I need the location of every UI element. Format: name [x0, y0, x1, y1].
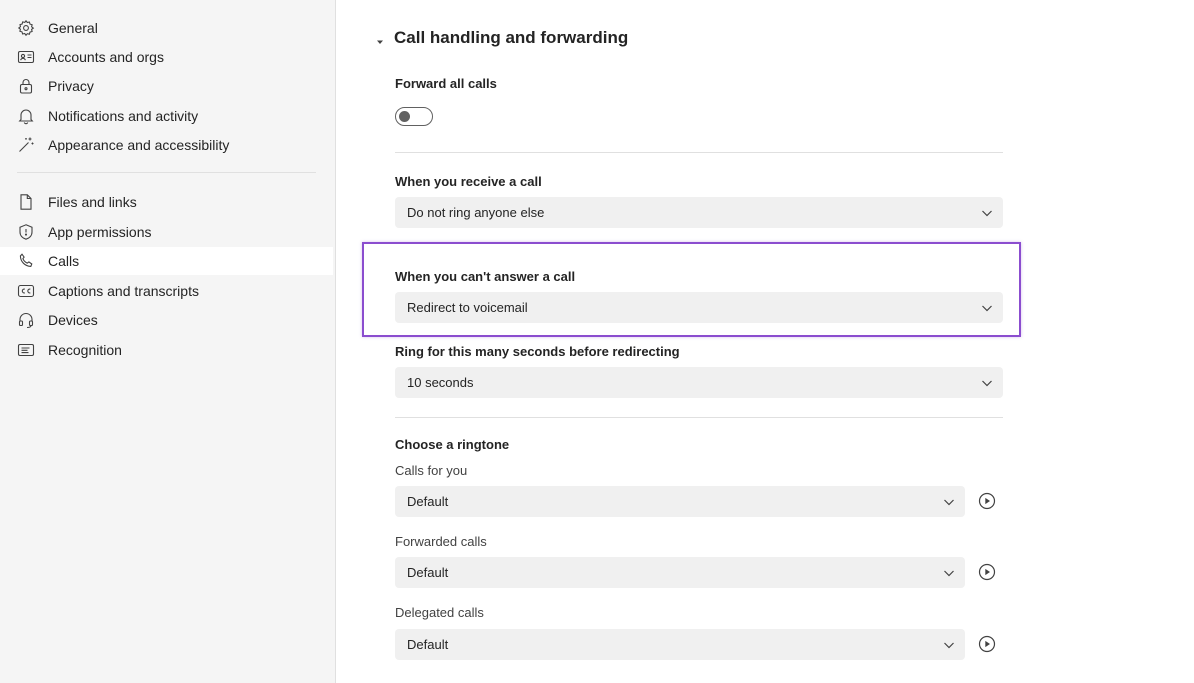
headset-icon — [17, 311, 35, 329]
shield-icon — [17, 223, 35, 241]
sidebar-item-label: App permissions — [48, 224, 152, 240]
forward-all-label: Forward all calls — [395, 76, 497, 91]
sidebar-item-label: Notifications and activity — [48, 108, 199, 124]
sidebar-item-recognition[interactable]: Recognition — [0, 336, 333, 364]
section-title: Call handling and forwarding — [394, 28, 629, 47]
cant-answer-label: When you can't answer a call — [395, 269, 576, 284]
dropdown-value: Do not ring anyone else — [407, 205, 545, 220]
dropdown-value: Redirect to voicemail — [407, 300, 528, 315]
chevron-down-icon — [981, 302, 993, 314]
chevron-down-icon — [943, 496, 955, 508]
chevron-down-icon — [981, 207, 993, 219]
play-ringtone-icon[interactable] — [978, 563, 996, 581]
section-divider — [395, 152, 1003, 153]
sidebar-item-general[interactable]: General — [0, 14, 333, 42]
sidebar-item-appearance[interactable]: Appearance and accessibility — [0, 131, 333, 159]
sidebar-item-label: General — [48, 20, 98, 36]
lock-icon — [17, 77, 35, 95]
ring-seconds-label: Ring for this many seconds before redire… — [395, 344, 680, 359]
dropdown-value: Default — [407, 637, 449, 652]
sidebar-item-label: Captions and transcripts — [48, 283, 199, 299]
sidebar-item-notifications[interactable]: Notifications and activity — [0, 102, 333, 130]
ringtone-forwarded-dropdown[interactable]: Default — [395, 557, 965, 588]
toggle-knob — [399, 111, 410, 122]
section-divider — [395, 417, 1003, 418]
ringtone-delegated-dropdown[interactable]: Default — [395, 629, 965, 660]
sidebar-item-devices[interactable]: Devices — [0, 306, 333, 334]
chevron-down-icon — [943, 639, 955, 651]
id-card-icon — [17, 48, 35, 66]
dropdown-value: Default — [407, 565, 449, 580]
forward-all-toggle[interactable] — [395, 107, 433, 126]
play-ringtone-icon[interactable] — [978, 635, 996, 653]
sidebar-item-label: Accounts and orgs — [48, 49, 164, 65]
play-ringtone-icon[interactable] — [978, 492, 996, 510]
sidebar-item-label: Devices — [48, 312, 98, 328]
sidebar-item-calls[interactable]: Calls — [0, 247, 333, 275]
collapse-caret-icon[interactable] — [376, 33, 384, 44]
ringtone-calls-for-you-label: Calls for you — [395, 463, 468, 478]
sidebar-divider — [17, 172, 316, 173]
settings-sidebar: General Accounts and orgs Privacy Notifi… — [0, 0, 336, 683]
receive-call-dropdown[interactable]: Do not ring anyone else — [395, 197, 1003, 228]
document-icon — [17, 193, 35, 211]
dropdown-value: Default — [407, 494, 449, 509]
recognition-icon — [17, 341, 35, 359]
sidebar-item-files[interactable]: Files and links — [0, 188, 333, 216]
chevron-down-icon — [981, 377, 993, 389]
ringtone-heading: Choose a ringtone — [395, 437, 510, 452]
bell-icon — [17, 107, 35, 125]
ringtone-calls-for-you-dropdown[interactable]: Default — [395, 486, 965, 517]
sidebar-item-label: Files and links — [48, 194, 137, 210]
sidebar-item-label: Recognition — [48, 342, 122, 358]
ring-seconds-dropdown[interactable]: 10 seconds — [395, 367, 1003, 398]
phone-icon — [17, 252, 35, 270]
sidebar-item-privacy[interactable]: Privacy — [0, 72, 333, 100]
receive-call-label: When you receive a call — [395, 174, 542, 189]
sidebar-item-accounts[interactable]: Accounts and orgs — [0, 43, 333, 71]
chevron-down-icon — [943, 567, 955, 579]
ringtone-delegated-label: Delegated calls — [395, 605, 484, 620]
ringtone-forwarded-label: Forwarded calls — [395, 534, 487, 549]
sidebar-item-captions[interactable]: Captions and transcripts — [0, 277, 333, 305]
closed-caption-icon — [17, 282, 35, 300]
sidebar-item-label: Appearance and accessibility — [48, 137, 230, 153]
dropdown-value: 10 seconds — [407, 375, 474, 390]
sidebar-item-label: Calls — [48, 253, 80, 269]
sidebar-item-label: Privacy — [48, 78, 94, 94]
magic-wand-icon — [17, 136, 35, 154]
sidebar-item-app-permissions[interactable]: App permissions — [0, 218, 333, 246]
gear-icon — [17, 19, 35, 37]
cant-answer-dropdown[interactable]: Redirect to voicemail — [395, 292, 1003, 323]
